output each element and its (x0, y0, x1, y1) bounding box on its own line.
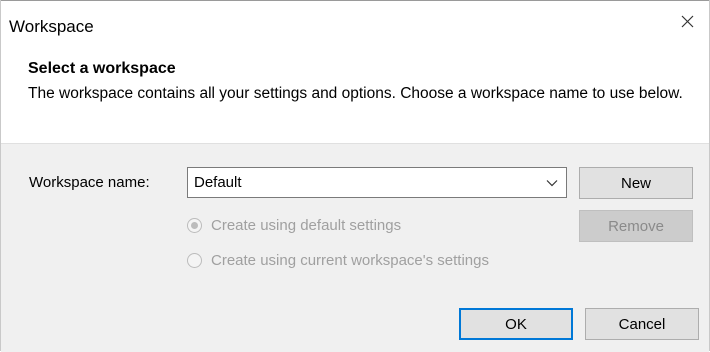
radio-default-settings[interactable]: Create using default settings (187, 217, 401, 234)
radio-default-settings-label: Create using default settings (211, 217, 402, 234)
remove-button[interactable]: Remove (579, 210, 693, 242)
window-title: Workspace (9, 17, 94, 36)
close-icon (681, 15, 694, 33)
workspace-name-combobox[interactable]: Default (187, 167, 567, 198)
cancel-button[interactable]: Cancel (585, 308, 699, 340)
dialog-header: Select a workspace The workspace contain… (1, 46, 709, 143)
close-button[interactable] (665, 1, 709, 47)
radio-current-settings-label: Create using current workspace's setting… (211, 252, 489, 269)
radio-button-unselected[interactable] (187, 253, 202, 268)
dialog-description: The workspace contains all your settings… (28, 85, 683, 102)
ok-button[interactable]: OK (459, 308, 573, 340)
workspace-dialog: Workspace Select a workspace The workspa… (0, 0, 710, 352)
chevron-down-icon[interactable] (538, 179, 566, 187)
radio-current-settings[interactable]: Create using current workspace's setting… (187, 252, 489, 269)
workspace-name-value: Default (194, 174, 242, 191)
radio-dot (191, 222, 198, 229)
dialog-body: Workspace name: Default New Remove Creat… (1, 143, 709, 352)
workspace-name-label: Workspace name: (29, 174, 150, 191)
new-button[interactable]: New (579, 167, 693, 199)
title-bar: Workspace (1, 0, 709, 47)
radio-button-selected[interactable] (187, 218, 202, 233)
dialog-heading: Select a workspace (28, 60, 176, 77)
